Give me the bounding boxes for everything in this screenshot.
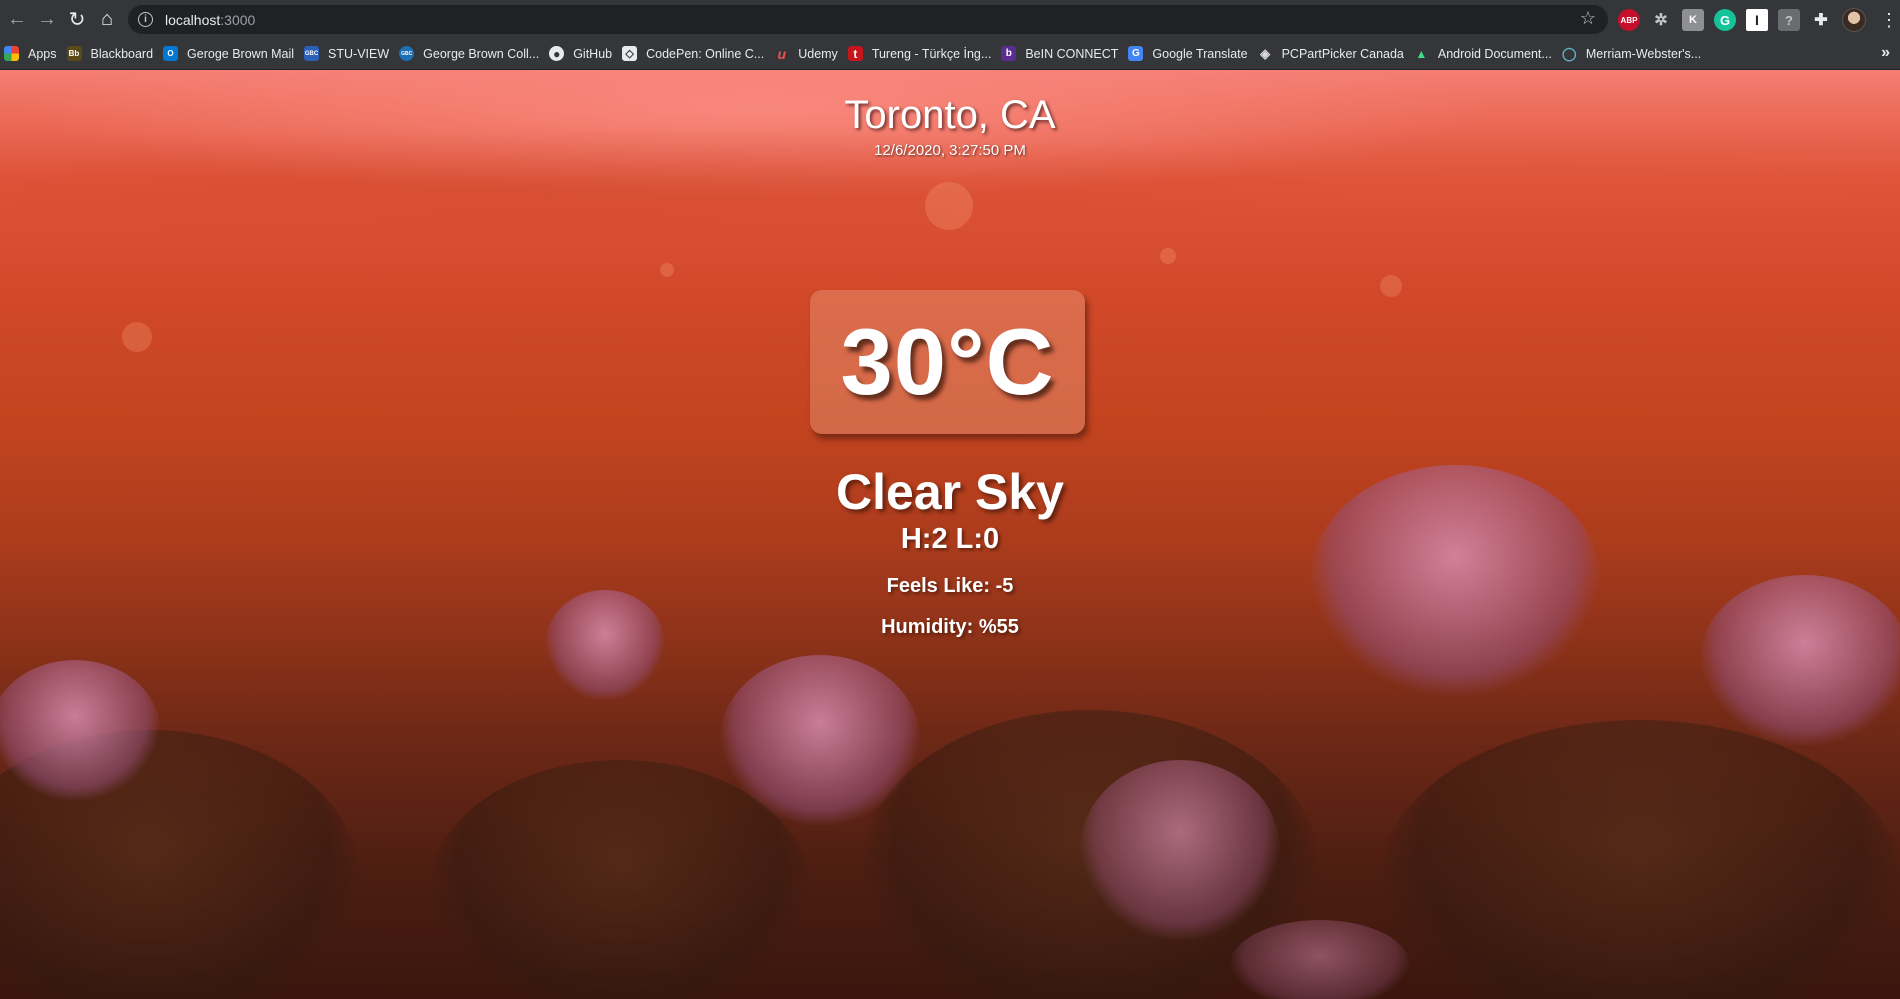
bookmark-stu-view[interactable]: GBC STU-VIEW <box>302 41 397 67</box>
bookmark-label: PCPartPicker Canada <box>1281 46 1404 61</box>
bookmarks-bar: Apps Bb Blackboard O Geroge Brown Mail G… <box>0 38 1900 70</box>
bookmark-label: STU-VIEW <box>328 46 390 61</box>
site-info-icon[interactable]: i <box>138 12 153 27</box>
bookmark-label: Udemy <box>798 46 838 61</box>
bookmark-label: Google Translate <box>1152 46 1248 61</box>
bookmark-star-icon[interactable]: ☆ <box>1580 8 1596 29</box>
high-low-temperature: H:2 L:0 <box>900 523 1000 555</box>
humidity: Humidity: %55 <box>881 616 1019 638</box>
android-icon: ▲ <box>1415 46 1428 61</box>
bookmark-apps[interactable]: Apps <box>2 41 65 67</box>
back-arrow-icon[interactable]: ← <box>2 4 32 34</box>
grammarly-icon[interactable]: G <box>1714 9 1736 31</box>
bookmarks-overflow-icon[interactable]: » <box>1881 44 1890 62</box>
bookmark-geroge-brown-mail[interactable]: O Geroge Brown Mail <box>161 41 302 67</box>
address-bar[interactable]: i localhost:3000 ☆ <box>128 5 1608 34</box>
pcpartpicker-icon: ◈ <box>1260 45 1271 61</box>
weather-page: Toronto, CA 12/6/2020, 3:27:50 PM 30°C C… <box>0 70 1900 999</box>
codepen-icon: ◇ <box>622 46 638 61</box>
outlook-icon: O <box>163 46 179 61</box>
globe-icon: ◯ <box>1562 45 1577 61</box>
bein-icon: b <box>1001 46 1017 61</box>
bookmark-label: George Brown Coll... <box>423 46 540 61</box>
gear-extension-icon[interactable]: ✲ <box>1650 9 1672 31</box>
date-time: 12/6/2020, 3:27:50 PM <box>874 142 1026 159</box>
bookmark-label: CodePen: Online C... <box>646 46 765 61</box>
bookmark-label: Merriam-Webster's... <box>1585 46 1702 61</box>
bookmark-tureng[interactable]: t Tureng - Türkçe İng... <box>846 41 1000 67</box>
reload-icon[interactable]: ↻ <box>62 4 92 34</box>
bookmark-android-documentation[interactable]: ▲ Android Document... <box>1412 41 1560 67</box>
bookmark-github[interactable]: ● GitHub <box>547 41 620 67</box>
help-extension-icon[interactable]: ? <box>1778 9 1800 31</box>
bookmark-george-brown-college[interactable]: GBC George Brown Coll... <box>397 41 547 67</box>
bookmark-merriam-webster[interactable]: ◯ Merriam-Webster's... <box>1560 41 1709 67</box>
bookmark-bein-connect[interactable]: b BeIN CONNECT <box>999 41 1126 67</box>
puzzle-icon[interactable]: ✚ <box>1810 9 1832 31</box>
stu-view-icon: GBC <box>304 46 320 61</box>
url-host: localhost <box>165 11 221 28</box>
bookmark-pcpartpicker[interactable]: ◈ PCPartPicker Canada <box>1256 41 1412 67</box>
avatar[interactable] <box>1842 8 1866 32</box>
forward-arrow-icon[interactable]: → <box>32 4 62 34</box>
home-icon[interactable]: ⌂ <box>92 4 122 34</box>
tureng-icon: t <box>847 46 863 61</box>
bookmark-label: Geroge Brown Mail <box>187 46 295 61</box>
bookmark-label: Blackboard <box>90 46 154 61</box>
bookmark-google-translate[interactable]: G Google Translate <box>1126 41 1255 67</box>
i-extension-icon[interactable]: I <box>1746 9 1768 31</box>
bookmark-blackboard[interactable]: Bb Blackboard <box>65 41 162 67</box>
blackboard-icon: Bb <box>66 46 82 61</box>
temperature-card: 30°C <box>810 290 1085 434</box>
bookmark-label: Android Document... <box>1437 46 1552 61</box>
city-title: Toronto, CA <box>844 93 1056 137</box>
bookmark-label: Tureng - Türkçe İng... <box>871 46 992 61</box>
udemy-icon: u <box>777 45 786 62</box>
weather-panel: Toronto, CA 12/6/2020, 3:27:50 PM 30°C C… <box>0 70 1900 999</box>
bookmark-label: BeIN CONNECT <box>1025 46 1119 61</box>
url-port: :3000 <box>220 11 256 28</box>
extensions-area: ABP ✲ K G I ? ✚ ⋮ <box>1618 8 1898 32</box>
google-translate-icon: G <box>1128 46 1144 61</box>
abp-icon[interactable]: ABP <box>1618 9 1640 31</box>
feels-like: Feels Like: -5 <box>886 575 1014 597</box>
k-extension-icon[interactable]: K <box>1682 9 1704 31</box>
bookmark-label: Apps <box>28 46 57 61</box>
bookmark-label: GitHub <box>573 46 613 61</box>
bookmark-codepen[interactable]: ◇ CodePen: Online C... <box>620 41 772 67</box>
gbc-icon: GBC <box>399 46 415 61</box>
temperature-value: 30°C <box>840 309 1055 414</box>
browser-toolbar: ← → ↻ ⌂ i localhost:3000 ☆ ABP ✲ K G I ?… <box>0 0 1900 38</box>
bookmark-udemy[interactable]: u Udemy <box>772 41 846 67</box>
menu-dots-icon[interactable]: ⋮ <box>1880 10 1898 31</box>
weather-condition: Clear Sky <box>836 464 1064 520</box>
github-icon: ● <box>549 46 565 61</box>
apps-grid-icon <box>4 46 19 61</box>
